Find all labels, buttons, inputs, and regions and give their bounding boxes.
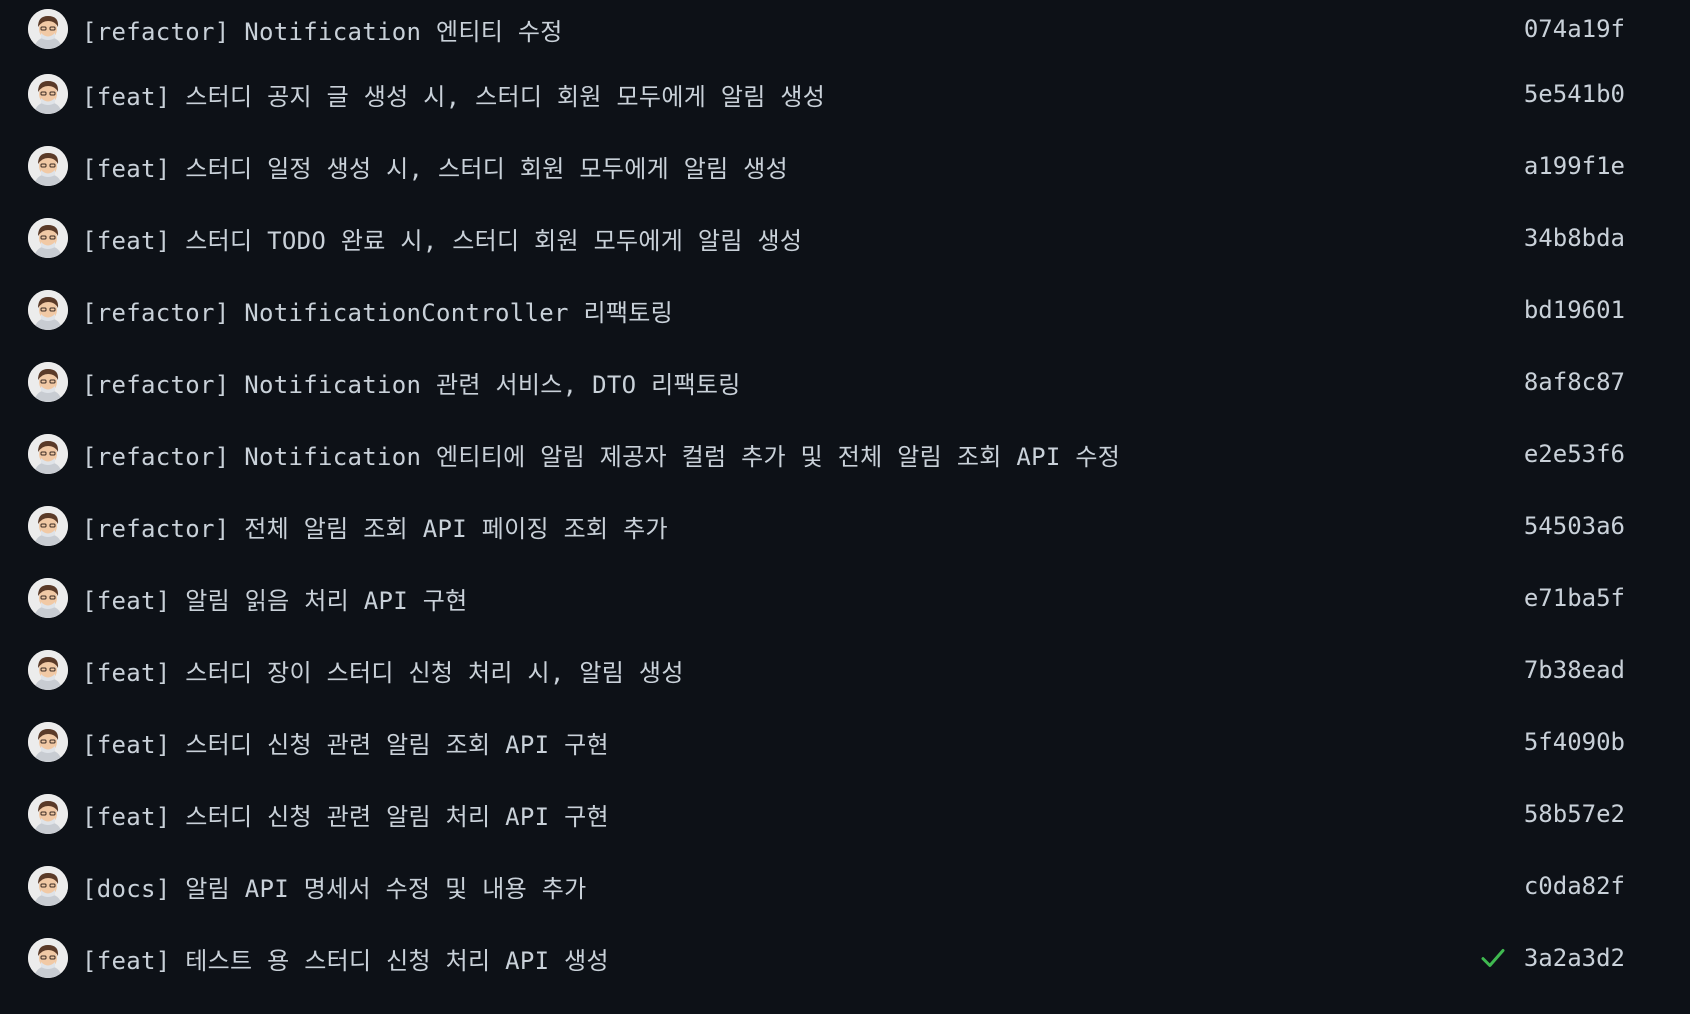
avatar[interactable] bbox=[28, 434, 68, 474]
commit-message[interactable]: [feat] 스터디 TODO 완료 시, 스터디 회원 모두에게 알림 생성 bbox=[82, 221, 802, 256]
avatar[interactable] bbox=[28, 650, 68, 690]
avatar[interactable] bbox=[28, 362, 68, 402]
avatar[interactable] bbox=[28, 506, 68, 546]
commit-row: [refactor] 전체 알림 조회 API 페이징 조회 추가 54503a… bbox=[0, 490, 1690, 562]
commit-row: [refactor] Notification 관련 서비스, DTO 리팩토링… bbox=[0, 346, 1690, 418]
commit-sha[interactable]: 54503a6 bbox=[1524, 512, 1625, 540]
avatar[interactable] bbox=[28, 74, 68, 114]
commit-message[interactable]: [refactor] Notification 관련 서비스, DTO 리팩토링 bbox=[82, 365, 741, 400]
avatar[interactable] bbox=[28, 146, 68, 186]
commit-row: [feat] 스터디 장이 스터디 신청 처리 시, 알림 생성 7b38ead bbox=[0, 634, 1690, 706]
commit-row: [feat] 알림 읽음 처리 API 구현 e71ba5f bbox=[0, 562, 1690, 634]
commit-sha[interactable]: 5e541b0 bbox=[1524, 80, 1625, 108]
avatar[interactable] bbox=[28, 218, 68, 258]
commit-sha[interactable]: 58b57e2 bbox=[1524, 800, 1625, 828]
commit-row: [feat] 스터디 신청 관련 알림 조회 API 구현 5f4090b bbox=[0, 706, 1690, 778]
avatar[interactable] bbox=[28, 722, 68, 762]
commit-sha[interactable]: 074a19f bbox=[1524, 15, 1625, 43]
commit-message[interactable]: [feat] 스터디 신청 관련 알림 조회 API 구현 bbox=[82, 725, 609, 760]
commit-message[interactable]: [feat] 알림 읽음 처리 API 구현 bbox=[82, 581, 468, 616]
commit-list: [refactor] Notification 엔티티 수정 074a19f [… bbox=[0, 0, 1690, 994]
avatar[interactable] bbox=[28, 578, 68, 618]
commit-row: [refactor] Notification 엔티티 수정 074a19f bbox=[0, 0, 1690, 58]
commit-row: [feat] 스터디 TODO 완료 시, 스터디 회원 모두에게 알림 생성 … bbox=[0, 202, 1690, 274]
avatar[interactable] bbox=[28, 794, 68, 834]
commit-message[interactable]: [feat] 테스트 용 스터디 신청 처리 API 생성 bbox=[82, 941, 609, 976]
commit-sha[interactable]: c0da82f bbox=[1524, 872, 1625, 900]
commit-message[interactable]: [refactor] Notification 엔티티에 알림 제공자 컬럼 추… bbox=[82, 437, 1120, 472]
commit-sha[interactable]: e2e53f6 bbox=[1524, 440, 1625, 468]
commit-sha[interactable]: 7b38ead bbox=[1524, 656, 1625, 684]
commit-sha[interactable]: a199f1e bbox=[1524, 152, 1625, 180]
avatar[interactable] bbox=[28, 938, 68, 978]
commit-sha[interactable]: 3a2a3d2 bbox=[1524, 944, 1625, 972]
commit-sha[interactable]: 8af8c87 bbox=[1524, 368, 1625, 396]
commit-message[interactable]: [refactor] Notification 엔티티 수정 bbox=[82, 12, 563, 47]
commit-message[interactable]: [feat] 스터디 장이 스터디 신청 처리 시, 알림 생성 bbox=[82, 653, 684, 688]
check-icon[interactable] bbox=[1478, 943, 1508, 973]
avatar[interactable] bbox=[28, 290, 68, 330]
commit-row: [feat] 스터디 신청 관련 알림 처리 API 구현 58b57e2 bbox=[0, 778, 1690, 850]
commit-row: [feat] 테스트 용 스터디 신청 처리 API 생성 3a2a3d2 bbox=[0, 922, 1690, 994]
commit-message[interactable]: [refactor] 전체 알림 조회 API 페이징 조회 추가 bbox=[82, 509, 668, 544]
commit-row: [refactor] Notification 엔티티에 알림 제공자 컬럼 추… bbox=[0, 418, 1690, 490]
commit-message[interactable]: [refactor] NotificationController 리팩토링 bbox=[82, 293, 673, 328]
commit-message[interactable]: [feat] 스터디 신청 관련 알림 처리 API 구현 bbox=[82, 797, 609, 832]
commit-sha[interactable]: 5f4090b bbox=[1524, 728, 1625, 756]
commit-row: [refactor] NotificationController 리팩토링 b… bbox=[0, 274, 1690, 346]
avatar[interactable] bbox=[28, 9, 68, 49]
commit-row: [feat] 스터디 일정 생성 시, 스터디 회원 모두에게 알림 생성 a1… bbox=[0, 130, 1690, 202]
commit-sha[interactable]: e71ba5f bbox=[1524, 584, 1625, 612]
commit-message[interactable]: [feat] 스터디 일정 생성 시, 스터디 회원 모두에게 알림 생성 bbox=[82, 149, 788, 184]
commit-message[interactable]: [docs] 알림 API 명세서 수정 및 내용 추가 bbox=[82, 869, 587, 904]
commit-sha[interactable]: 34b8bda bbox=[1524, 224, 1625, 252]
commit-message[interactable]: [feat] 스터디 공지 글 생성 시, 스터디 회원 모두에게 알림 생성 bbox=[82, 77, 825, 112]
commit-sha[interactable]: bd19601 bbox=[1524, 296, 1625, 324]
avatar[interactable] bbox=[28, 866, 68, 906]
commit-row: [feat] 스터디 공지 글 생성 시, 스터디 회원 모두에게 알림 생성 … bbox=[0, 58, 1690, 130]
commit-row: [docs] 알림 API 명세서 수정 및 내용 추가 c0da82f bbox=[0, 850, 1690, 922]
